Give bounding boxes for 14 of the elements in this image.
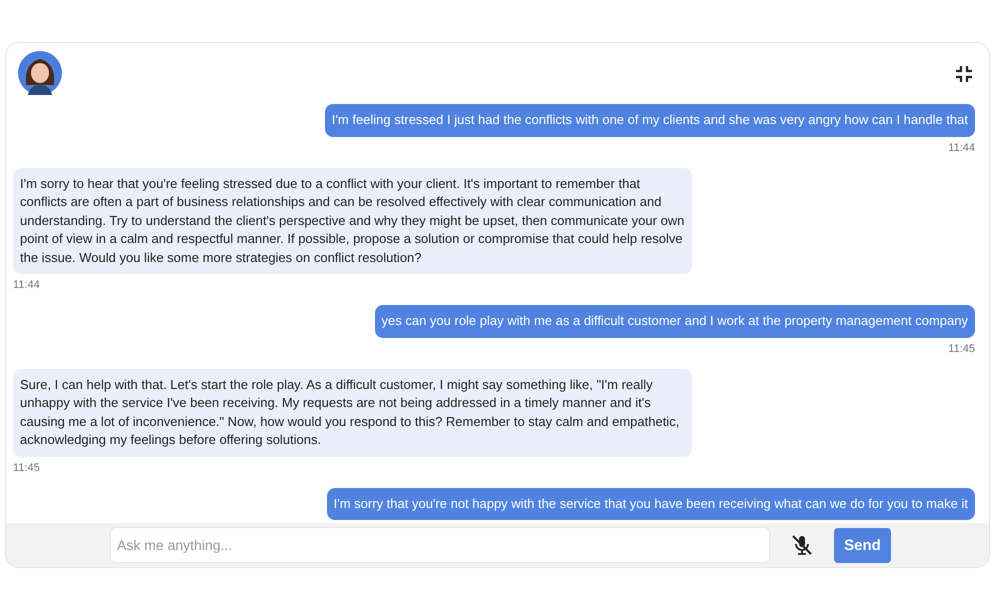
- message-bubble: yes can you role play with me as a difficult customer and I work at the property management company: [374, 305, 975, 338]
- send-button[interactable]: Send: [834, 528, 891, 562]
- message-time: 11:44: [948, 142, 975, 154]
- message-time: 11:44: [13, 279, 40, 291]
- microphone-muted-icon[interactable]: [790, 533, 814, 557]
- message-input[interactable]: Ask me anything...: [110, 527, 770, 563]
- message-bubble: I'm sorry to hear that you're feeling stressed due to a conflict with your client. It's important to remember that conflicts are often a part of business relationships and can be resolved effectively with clear communication and understanding. Try to understand the client's perspective and why they might be upset, then communicate your own point of view in a calm and respectful manner. If possible, propose a solution or compromise that could help resolve the issue. Would you like some more strategies on conflict resolution?: [13, 168, 692, 274]
- message-time: 11:45: [13, 462, 40, 474]
- message-bubble: I'm sorry that you're not happy with the service that you have been receiving what can we do for you to make it: [326, 488, 975, 520]
- message-time: 11:45: [948, 342, 975, 354]
- message-bubble: Sure, I can help with that. Let's start the role play. As a difficult customer, I might say something like, "I'm really unhappy with the service I've been receiving. My requests are not being addressed in a timely manner and it's causing me a lot of inconvenience." Now, how would you respond to this? Remember to stay calm and empathetic, acknowledging my feelings before offering solutions.: [13, 368, 692, 456]
- exit-fullscreen-icon[interactable]: [955, 65, 973, 83]
- avatar: [18, 51, 62, 95]
- message-bubble: I'm feeling stressed I just had the conflicts with one of my clients and she was very angry how can I handle that: [324, 104, 975, 136]
